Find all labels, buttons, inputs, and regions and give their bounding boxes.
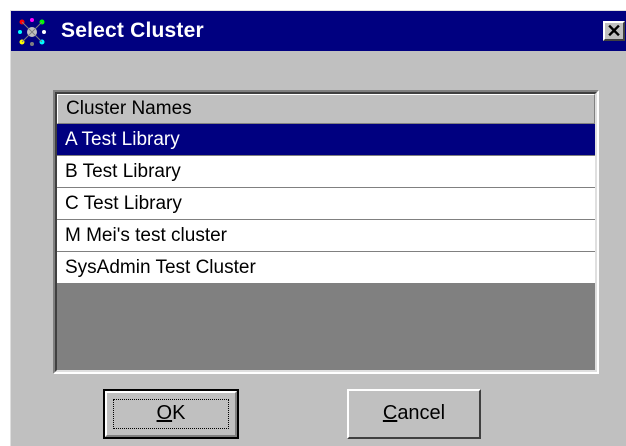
- ok-button-label: OK: [156, 402, 186, 424]
- ok-button[interactable]: OK: [103, 389, 239, 439]
- cluster-list[interactable]: Cluster Names A Test Library B Test Libr…: [53, 90, 599, 374]
- dialog-title: Select Cluster: [61, 19, 204, 42]
- list-item[interactable]: A Test Library: [57, 124, 595, 156]
- title-bar[interactable]: Select Cluster ✕: [11, 11, 626, 51]
- close-button[interactable]: ✕: [603, 21, 625, 41]
- cluster-list-body: Cluster Names A Test Library B Test Libr…: [55, 92, 597, 372]
- list-item[interactable]: SysAdmin Test Cluster: [57, 252, 595, 284]
- close-icon: ✕: [606, 21, 622, 41]
- cancel-button[interactable]: Cancel: [347, 389, 481, 439]
- cancel-button-label: Cancel: [382, 402, 446, 424]
- select-cluster-dialog: Select Cluster ✕ Cluster Names A Test Li…: [10, 10, 626, 446]
- list-item[interactable]: C Test Library: [57, 188, 595, 220]
- app-icon: [17, 17, 47, 47]
- list-item[interactable]: B Test Library: [57, 156, 595, 188]
- list-item[interactable]: M Mei's test cluster: [57, 220, 595, 252]
- column-header-cluster-names[interactable]: Cluster Names: [57, 94, 595, 124]
